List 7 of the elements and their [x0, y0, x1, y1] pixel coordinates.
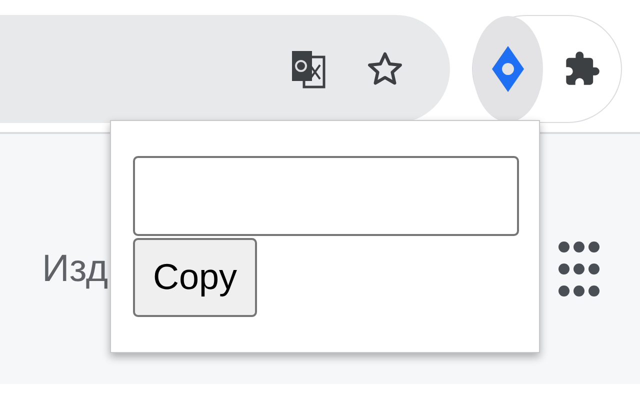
address-bar[interactable]: [0, 15, 450, 123]
translate-icon[interactable]: [290, 49, 326, 89]
copy-button[interactable]: Copy: [133, 238, 258, 317]
page-heading: Изд: [42, 248, 108, 290]
input-field[interactable]: [133, 156, 519, 236]
diamond-icon: [492, 46, 524, 92]
apps-grid-icon[interactable]: [558, 240, 600, 298]
